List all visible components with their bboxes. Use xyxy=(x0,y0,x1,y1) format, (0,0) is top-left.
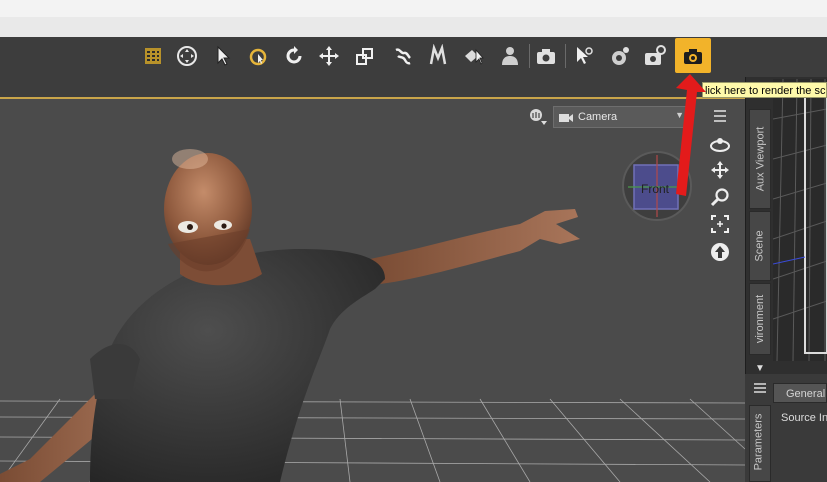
rotate-tool-icon[interactable] xyxy=(279,41,309,71)
video-camera-icon xyxy=(558,111,574,126)
surface-selection-icon[interactable] xyxy=(459,41,489,71)
menu-band xyxy=(0,17,827,38)
tab-general-label: General xyxy=(786,388,826,400)
tab-scene-label: Scene xyxy=(754,230,767,262)
tab-environment-label: vironment xyxy=(754,294,767,344)
camera-select-label: Camera xyxy=(578,111,618,123)
viewport-options-icon[interactable] xyxy=(527,106,549,128)
render-settings-gear-icon[interactable] xyxy=(640,41,670,71)
node-selection-icon[interactable] xyxy=(209,41,239,71)
tab-scene[interactable]: Scene xyxy=(749,211,771,281)
active-pose-icon[interactable] xyxy=(388,41,418,71)
orbit-icon[interactable] xyxy=(706,132,734,156)
pan-icon[interactable] xyxy=(706,158,734,182)
tab-general[interactable]: General xyxy=(773,383,827,403)
toolbar-separator xyxy=(565,44,566,68)
render-camera-icon[interactable] xyxy=(675,38,711,73)
joint-editor-icon[interactable] xyxy=(138,41,168,71)
viewport-menu-icon[interactable] xyxy=(706,104,734,128)
tab-aux-viewport[interactable]: Aux Viewport xyxy=(749,109,771,209)
frame-icon[interactable] xyxy=(706,212,734,236)
figure-tool-icon[interactable] xyxy=(495,41,525,71)
aim-up-icon[interactable] xyxy=(706,240,734,264)
scale-tool-icon[interactable] xyxy=(350,41,380,71)
tab-environment[interactable]: vironment xyxy=(749,283,771,355)
toolbar-separator xyxy=(529,44,530,68)
rotate-selection-icon[interactable] xyxy=(243,41,273,71)
window-title-strip xyxy=(0,0,827,17)
render-settings-icon[interactable] xyxy=(605,41,635,71)
tab-parameters[interactable]: Parameters xyxy=(749,405,771,482)
source-instance-label: Source In xyxy=(781,412,827,424)
geometry-editor-icon[interactable] xyxy=(569,41,599,71)
translate-tool-icon[interactable] xyxy=(314,41,344,71)
zoom-icon[interactable] xyxy=(706,185,734,209)
parameters-menu-icon[interactable] xyxy=(751,380,769,396)
render-tooltip: lick here to render the sc xyxy=(702,82,827,98)
aux-viewport-view[interactable] xyxy=(773,79,827,361)
universal-tool-icon[interactable] xyxy=(172,41,202,71)
spot-render-icon[interactable] xyxy=(531,41,561,71)
side-tab-strip: Aux Viewport Scene vironment xyxy=(747,99,773,355)
tab-parameters-label: Parameters xyxy=(752,413,765,471)
red-arrow-annotation xyxy=(676,74,706,196)
transfer-tool-icon[interactable] xyxy=(423,41,453,71)
tab-aux-viewport-label: Aux Viewport xyxy=(754,126,767,192)
